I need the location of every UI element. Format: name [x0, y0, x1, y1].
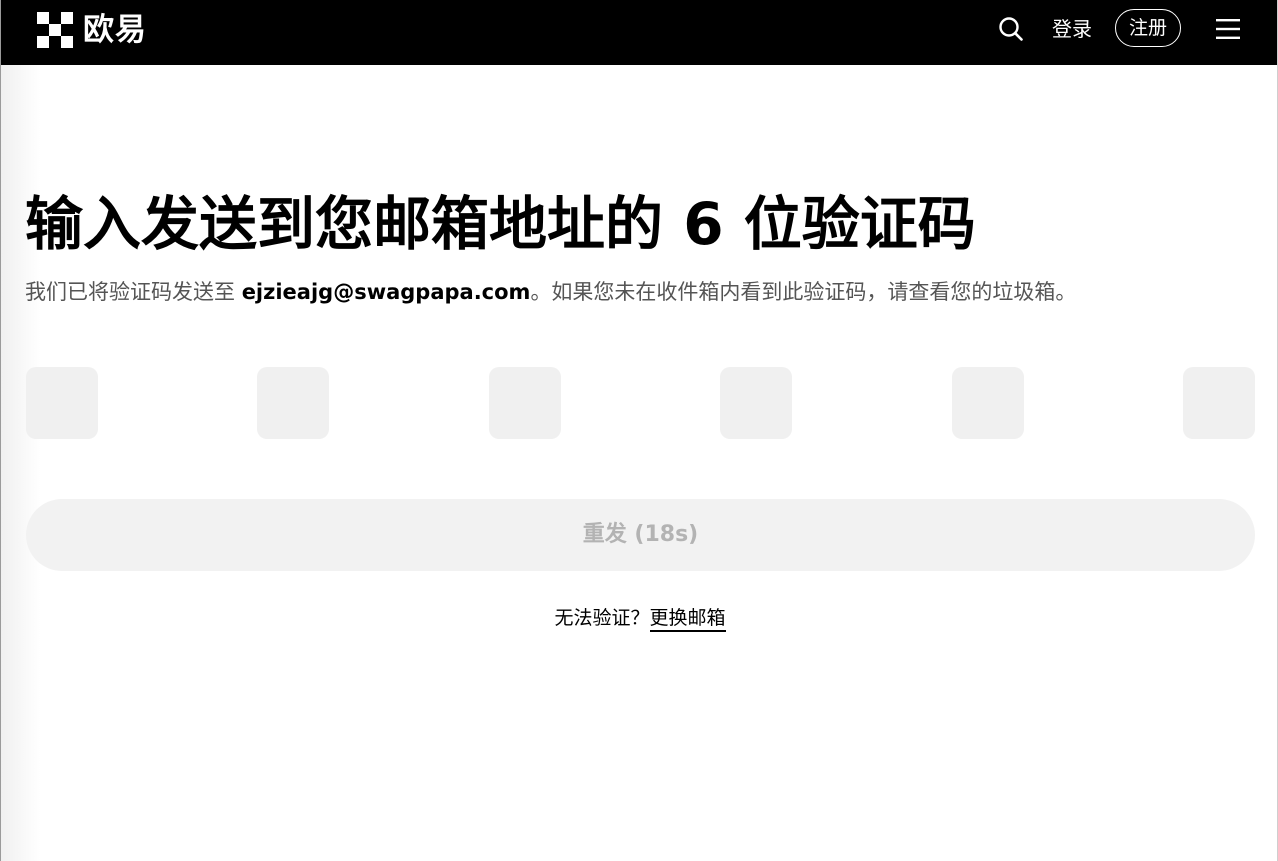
help-row: 无法验证？更换邮箱 [1, 603, 1277, 633]
logo-text: 欧易 [83, 12, 147, 48]
left-edge-shadow [1, 65, 41, 861]
code-digit-5[interactable] [952, 367, 1024, 439]
okx-logo[interactable]: 欧易 [37, 12, 147, 48]
search-icon[interactable] [998, 16, 1024, 42]
page: 欧易 登录 注册 输入发送到您邮箱地址的 6 位验证码 我们已将验证码发送至 e… [0, 0, 1278, 861]
cannot-verify-text: 无法验证？ [554, 607, 650, 629]
okx-logo-icon [37, 12, 73, 48]
instructions-suffix: 。如果您未在收件箱内看到此验证码，请查看您的垃圾箱。 [530, 280, 1077, 304]
code-digit-4[interactable] [720, 367, 792, 439]
code-digit-1[interactable] [26, 367, 98, 439]
instructions-prefix: 我们已将验证码发送至 [25, 280, 242, 304]
page-title: 输入发送到您邮箱地址的 6 位验证码 [25, 190, 976, 258]
resend-code-button[interactable]: 重发 (18s) [26, 499, 1255, 571]
register-button[interactable]: 注册 [1115, 9, 1181, 47]
email-address: ejzieajg@swagpapa.com [241, 280, 531, 304]
verification-code-inputs [26, 367, 1255, 439]
hamburger-menu-icon[interactable] [1216, 18, 1240, 40]
change-email-link[interactable]: 更换邮箱 [649, 607, 726, 632]
code-digit-6[interactable] [1183, 367, 1255, 439]
verification-instructions: 我们已将验证码发送至 ejzieajg@swagpapa.com。如果您未在收件… [25, 276, 1076, 308]
code-digit-2[interactable] [257, 367, 329, 439]
top-nav-bar: 欧易 登录 注册 [1, 0, 1277, 65]
login-link[interactable]: 登录 [1052, 14, 1092, 44]
code-digit-3[interactable] [489, 367, 561, 439]
